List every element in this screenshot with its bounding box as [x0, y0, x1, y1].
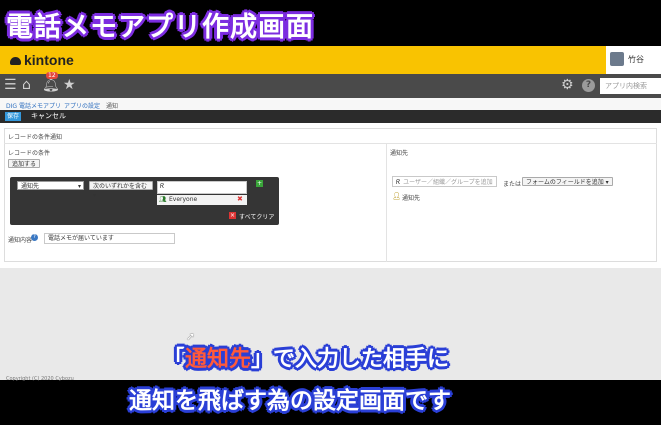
notification-count-badge: 12	[46, 72, 58, 79]
star-icon[interactable]: ★	[63, 77, 76, 93]
clear-all-button[interactable]: すべてクリア	[239, 212, 274, 221]
breadcrumb-item-settings[interactable]: アプリの設定	[64, 101, 100, 110]
logo-mark-icon	[10, 57, 21, 66]
avatar	[610, 52, 624, 66]
or-text: または	[503, 181, 522, 188]
user-icon: 👤︎	[392, 192, 401, 200]
title-banner: 電話メモアプリ作成画面	[0, 0, 661, 46]
subtitle-line-2: 通知を飛ばす為の設定画面です	[129, 388, 451, 414]
field-select[interactable]: 通知先 ▾	[17, 181, 84, 190]
global-nav: ☰ ⌂ 🔔︎ 12 ★ ⚙ ? アプリ内検索	[0, 72, 661, 98]
user-name: 竹谷	[628, 55, 644, 64]
help-icon[interactable]: ?	[31, 234, 38, 241]
user-picker-icon[interactable]: ᖇ	[160, 182, 164, 191]
col-header-condition: レコードの条件	[8, 150, 51, 157]
help-icon[interactable]: ?	[582, 79, 595, 92]
condition-value-input[interactable]: ᖇ	[157, 181, 247, 194]
value-tag: 👥︎ Everyone ✖	[157, 195, 247, 205]
user-picker-icon: ᖇ	[396, 178, 401, 186]
save-button[interactable]: 保存	[5, 112, 21, 121]
subtitle-highlight: 通知先	[185, 347, 252, 372]
notify-content-label: 通知内容	[8, 237, 33, 244]
add-value-icon[interactable]: +	[256, 180, 263, 187]
video-title: 電話メモアプリ作成画面	[6, 12, 314, 43]
group-icon: 👥︎	[159, 196, 167, 203]
add-condition-button[interactable]: 追加する	[8, 159, 41, 168]
kintone-app: kintone 竹谷 ☰ ⌂ 🔔︎ 12 ★ ⚙ ? アプリ内検索 DIG 電話…	[0, 46, 661, 380]
form-field-button[interactable]: フォームのフィールドを追加 ▾	[522, 177, 613, 186]
clear-all-icon[interactable]: ×	[229, 212, 236, 219]
copyright: Copyright (C) 2020 Cybozu	[6, 376, 74, 382]
operator-select[interactable]: 次のいずれかを含む ▾	[89, 181, 153, 199]
breadcrumb: DIG 電話メモアプリ アプリの設定 通知	[0, 98, 661, 110]
remove-tag-icon[interactable]: ✖	[237, 195, 243, 203]
home-icon[interactable]: ⌂	[22, 77, 31, 93]
col-header-recipient: 通知先	[390, 150, 409, 157]
notify-content-input[interactable]: 電話メモが届いています	[44, 233, 175, 244]
subtitle-line-1: 「通知先」で入力した相手に	[163, 347, 450, 372]
user-menu[interactable]: 竹谷	[606, 46, 661, 74]
condition-panel: 通知先 ▾ 次のいずれかを含む ▾ ᖇ 👥︎ Everyone ✖ + × すべ…	[10, 177, 279, 225]
settings-content: レコードの条件通知 レコードの条件 通知先 追加する 通知先 ▾ 次のいずれかを…	[0, 123, 661, 268]
cancel-button[interactable]: キャンセル	[31, 111, 66, 121]
recipient-entry: 通知先	[402, 195, 421, 202]
breadcrumb-item-current: 通知	[106, 103, 119, 110]
app-header: kintone 竹谷	[0, 46, 661, 74]
bell-icon[interactable]: 🔔︎	[42, 77, 60, 93]
gear-icon[interactable]: ⚙	[561, 77, 574, 93]
action-bar: 保存 キャンセル	[0, 110, 661, 123]
app-search-input[interactable]: アプリ内検索	[600, 78, 661, 94]
kintone-logo[interactable]: kintone	[10, 52, 74, 68]
divider	[4, 143, 657, 144]
breadcrumb-item-app[interactable]: DIG 電話メモアプリ	[6, 101, 61, 110]
recipient-input[interactable]: ᖇ ユーザー／組織／グループを追加	[392, 176, 497, 187]
menu-icon[interactable]: ☰	[4, 77, 17, 93]
section-title: レコードの条件通知	[8, 134, 63, 141]
dropdown-arrow-icon: ▾	[77, 183, 81, 190]
column-divider	[386, 144, 387, 262]
